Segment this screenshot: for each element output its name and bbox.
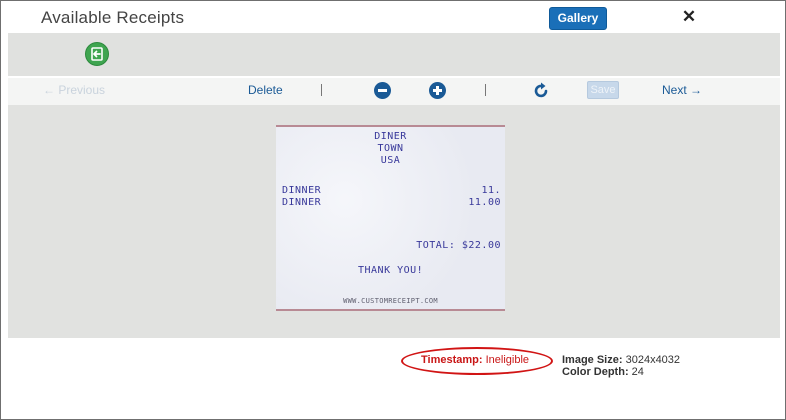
toolbar-divider — [321, 84, 322, 96]
timestamp-label: Timestamp: — [421, 354, 483, 366]
receipt-header-line: TOWN — [377, 143, 404, 154]
receipt-image: DINER TOWN USA DINNER 11. DINNER 11.00 T… — [276, 125, 505, 311]
color-depth-label: Color Depth: — [562, 366, 629, 378]
rotate-icon[interactable] — [533, 82, 550, 99]
receipt-header-line: DINER — [374, 131, 407, 142]
attach-receipt-icon[interactable] — [85, 42, 109, 66]
receipt-item-name: DINNER — [282, 197, 322, 208]
receipt-thanks: THANK YOU! — [358, 265, 424, 276]
timestamp-status: Timestamp: Ineligible — [421, 354, 529, 366]
receipt-viewer-dialog: Available Receipts Gallery ✕ ← Previous … — [0, 0, 786, 420]
minus-circle-icon[interactable] — [374, 82, 391, 99]
receipt-item-name: DINNER — [282, 185, 322, 196]
color-depth-value: 24 — [631, 366, 644, 378]
plus-circle-icon[interactable] — [429, 82, 446, 99]
previous-button[interactable]: ← Previous — [43, 78, 105, 105]
dialog-title: Available Receipts — [41, 8, 185, 27]
image-size-label: Image Size: — [562, 354, 623, 366]
receipt-header-line: USA — [380, 155, 401, 166]
image-size-info: Image Size: 3024x4032 — [562, 354, 680, 366]
toolbar-divider — [485, 84, 486, 96]
image-toolbar: ← Previous Delete Save Next → — [8, 78, 780, 105]
gallery-button[interactable]: Gallery — [549, 7, 607, 30]
save-button[interactable]: Save — [587, 81, 619, 99]
attach-bar — [8, 33, 780, 76]
receipt-item-amount: 11.00 — [468, 197, 501, 208]
timestamp-value: Ineligible — [485, 354, 530, 366]
next-button[interactable]: Next → — [662, 78, 702, 105]
receipt-image-area: DINER TOWN USA DINNER 11. DINNER 11.00 T… — [8, 105, 780, 338]
dialog-header: Available Receipts Gallery ✕ — [1, 1, 785, 33]
color-depth-info: Color Depth: 24 — [562, 366, 644, 378]
receipt-footer: WWW.CUSTOMRECEIPT.COM — [343, 297, 438, 305]
image-size-value: 3024x4032 — [625, 354, 681, 366]
receipt-item-amount: 11. — [481, 185, 501, 196]
delete-button[interactable]: Delete — [248, 78, 283, 105]
close-icon[interactable]: ✕ — [679, 6, 699, 28]
image-info: Timestamp: Ineligible Image Size: 3024x4… — [1, 341, 785, 419]
receipt-total: TOTAL: $22.00 — [416, 240, 501, 251]
